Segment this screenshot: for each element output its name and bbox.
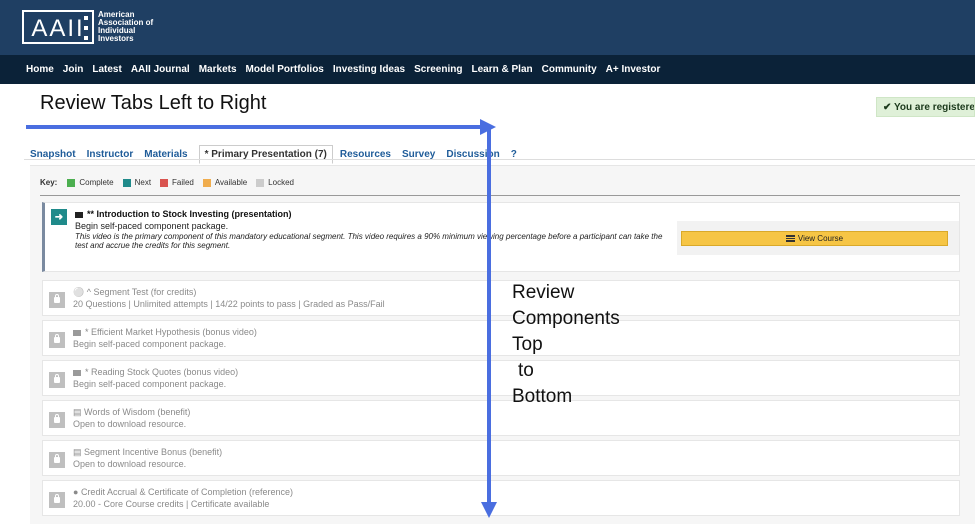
annotation-side: Review Components Top to Bottom (512, 280, 620, 410)
nav-home[interactable]: Home (26, 64, 54, 75)
component-subtitle: 20 Questions | Unlimited attempts | 14/2… (73, 299, 385, 309)
component-title: ▤ Words of Wisdom (benefit) (73, 407, 191, 417)
next-swatch (122, 178, 131, 187)
circle-icon: ● (73, 487, 81, 497)
annotation-line: Top (512, 334, 543, 355)
annotation-line: Bottom (512, 386, 573, 407)
annotation-line: Review (512, 282, 575, 303)
nav-join[interactable]: Join (63, 64, 84, 75)
component-subtitle: Begin self-paced component package. (73, 339, 227, 349)
lock-icon (49, 332, 65, 348)
key-available: Available (214, 178, 248, 187)
lock-icon (49, 412, 65, 428)
component-reading-quotes[interactable]: * Reading Stock Quotes (bonus video) Beg… (42, 360, 960, 396)
component-description: This video is the primary component of t… (75, 232, 663, 250)
key-label: Key: (40, 178, 58, 187)
folder-icon (73, 369, 81, 376)
nav-a-plus-investor[interactable]: A+ Investor (606, 64, 661, 75)
lock-icon (49, 452, 65, 468)
component-title-text: ** Introduction to Stock Investing (pres… (87, 209, 292, 219)
view-course-button[interactable]: View Course (681, 231, 948, 246)
status-key: Key: Complete Next Failed Available Lock… (40, 178, 303, 187)
key-locked: Locked (268, 178, 294, 187)
next-status-icon[interactable]: ➜ (51, 209, 67, 225)
component-title: ** Introduction to Stock Investing (pres… (75, 209, 292, 219)
component-incentive-bonus[interactable]: ▤ Segment Incentive Bonus (benefit) Open… (42, 440, 960, 476)
annotation-title: Review Tabs Left to Right (40, 92, 267, 114)
horizontal-arrow-head (480, 119, 496, 135)
component-title: * Efficient Market Hypothesis (bonus vid… (73, 327, 257, 337)
component-title: ▤ Segment Incentive Bonus (benefit) (73, 447, 223, 457)
nav-model-portfolios[interactable]: Model Portfolios (246, 64, 324, 75)
component-subtitle: 20.00 - Core Course credits | Certificat… (73, 499, 270, 509)
logo-line: Investors (98, 34, 134, 43)
component-title: * Reading Stock Quotes (bonus video) (73, 367, 238, 377)
component-subtitle: Begin self-paced component package. (73, 379, 227, 389)
component-subtitle: Begin self-paced component package. (75, 221, 229, 231)
component-credit-accrual[interactable]: ● Credit Accrual & Certificate of Comple… (42, 480, 960, 516)
nav-investing-ideas[interactable]: Investing Ideas (333, 64, 405, 75)
component-intro-presentation[interactable]: ➜ ** Introduction to Stock Investing (pr… (42, 202, 960, 272)
logo-mark: AAII (22, 10, 94, 44)
list-icon (785, 235, 795, 242)
component-segment-test[interactable]: ⚪ ^ Segment Test (for credits) 20 Questi… (42, 280, 960, 316)
annotation-line: to (518, 360, 534, 381)
lock-icon (49, 372, 65, 388)
annotation-line: Components (512, 308, 620, 329)
failed-swatch (160, 178, 169, 187)
document-icon: ▤ (73, 407, 85, 417)
key-failed: Failed (172, 178, 194, 187)
logo-letters: AAII (31, 15, 85, 42)
nav-markets[interactable]: Markets (199, 64, 237, 75)
tabs-divider (24, 159, 975, 160)
registered-badge: ✔ You are registered! (876, 97, 975, 117)
tab-primary-presentation[interactable]: * Primary Presentation (7) (198, 145, 333, 164)
folder-icon (73, 329, 81, 336)
key-divider (40, 195, 960, 196)
site-header: AAII American Association of Individual … (0, 0, 975, 55)
course-tabs: Snapshot Instructor Materials * Primary … (30, 145, 528, 164)
test-icon: ⚪ (73, 287, 87, 297)
aaii-logo[interactable]: AAII American Association of Individual … (22, 10, 153, 44)
nav-community[interactable]: Community (542, 64, 597, 75)
component-title: ● Credit Accrual & Certificate of Comple… (73, 487, 294, 497)
component-title: ⚪ ^ Segment Test (for credits) (73, 287, 197, 297)
key-next: Next (134, 178, 152, 187)
nav-learn-plan[interactable]: Learn & Plan (471, 64, 532, 75)
main-nav: Home Join Latest AAII Journal Markets Mo… (0, 55, 975, 84)
available-swatch (202, 178, 211, 187)
component-subtitle: Open to download resource. (73, 419, 187, 429)
lock-icon (49, 292, 65, 308)
nav-latest[interactable]: Latest (92, 64, 121, 75)
component-subtitle: Open to download resource. (73, 459, 187, 469)
logo-dots (84, 16, 90, 40)
view-course-label: View Course (797, 234, 844, 243)
document-icon: ▤ (73, 447, 85, 457)
key-complete: Complete (79, 178, 114, 187)
logo-text: American Association of Individual Inves… (98, 11, 153, 43)
complete-swatch (67, 178, 76, 187)
component-efficient-market[interactable]: * Efficient Market Hypothesis (bonus vid… (42, 320, 960, 356)
locked-swatch (256, 178, 265, 187)
folder-icon (75, 211, 83, 218)
nav-screening[interactable]: Screening (414, 64, 462, 75)
nav-aaii-journal[interactable]: AAII Journal (131, 64, 190, 75)
lock-icon (49, 492, 65, 508)
component-words-of-wisdom[interactable]: ▤ Words of Wisdom (benefit) Open to down… (42, 400, 960, 436)
